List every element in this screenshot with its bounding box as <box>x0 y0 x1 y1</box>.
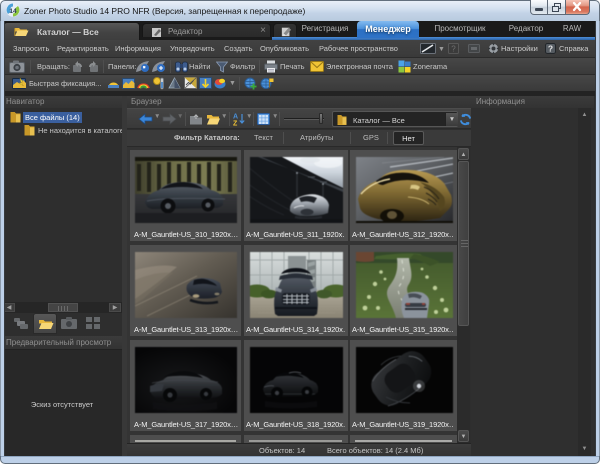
svg-text:A: A <box>233 114 238 121</box>
svg-text:Z: Z <box>233 121 238 127</box>
svg-text:14: 14 <box>9 8 17 15</box>
svg-text:?: ? <box>451 45 456 54</box>
svg-text:?: ? <box>548 44 553 54</box>
